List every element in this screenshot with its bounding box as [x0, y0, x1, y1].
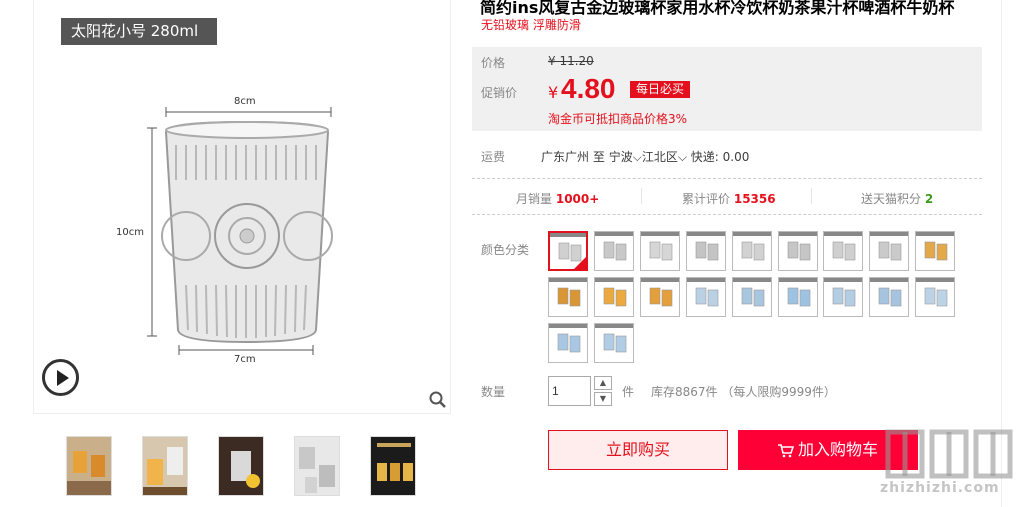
sku-option-5[interactable]	[731, 231, 772, 271]
stock-info: 库存8867件 （每人限购9999件）	[651, 383, 836, 400]
quantity-label: 数量	[481, 385, 506, 399]
sku-option-7[interactable]	[823, 231, 864, 271]
shipping-label: 运费	[481, 150, 506, 164]
selected-check-icon	[574, 257, 586, 269]
currency-symbol: ¥	[548, 83, 559, 102]
thumbnail-4[interactable]	[294, 436, 340, 496]
review-count-value: 15356	[733, 192, 776, 206]
thumbnail-2[interactable]	[142, 436, 188, 496]
tmall-points-value: 2	[924, 192, 934, 206]
promo-price-label: 促销价	[481, 86, 518, 100]
tmall-points-label: 送天猫积分	[861, 192, 922, 206]
divider	[472, 178, 982, 179]
divider	[641, 188, 642, 204]
original-price-label: 价格	[481, 56, 506, 70]
sku-option-10[interactable]	[548, 277, 588, 317]
dimension-height: 10cm	[116, 227, 144, 238]
sku-option-14[interactable]	[731, 277, 772, 317]
divider	[472, 214, 982, 215]
sku-option-9[interactable]	[915, 231, 956, 271]
watermark-text: zhizhizhi.com	[880, 480, 1000, 496]
review-count[interactable]: 累计评价 15356	[682, 190, 776, 207]
sku-option-6[interactable]	[777, 231, 818, 271]
promo-price: 4.80	[561, 73, 616, 104]
thumbnail-3[interactable]	[218, 436, 264, 496]
sku-option-8[interactable]	[869, 231, 910, 271]
sku-option-16[interactable]	[823, 277, 864, 317]
monthly-sales-label: 月销量	[516, 192, 553, 206]
original-price: ¥ 11.20	[548, 54, 594, 68]
sku-option-11[interactable]	[593, 277, 634, 317]
quantity-increase-button[interactable]: ▲	[594, 376, 612, 390]
ship-district: 江北区	[641, 150, 678, 164]
purchase-limit: （每人限购9999件）	[721, 385, 836, 399]
sku-option-15[interactable]	[777, 277, 818, 317]
monthly-sales-value: 1000+	[555, 192, 600, 206]
product-page: 太阳花小号 280ml 8cm 10cm 7cm 简约ins风复古金边玻璃杯家用…	[0, 0, 1030, 507]
price-box: 价格 ¥ 11.20 促销价 ¥ 4.80 每日必买 淘金币可抵扣商品价格3%	[472, 47, 982, 131]
sku-option-13[interactable]	[685, 277, 726, 317]
sku-option-19[interactable]	[548, 323, 588, 363]
ship-district-select[interactable]: 江北区⌵	[642, 150, 687, 164]
glass-illustration	[147, 107, 333, 355]
thumbnail-5[interactable]	[370, 436, 416, 496]
divider	[811, 188, 812, 204]
quantity-unit: 件	[622, 385, 635, 399]
sku-option-12[interactable]	[639, 277, 680, 317]
coin-note: 淘金币可抵扣商品价格3%	[548, 112, 688, 126]
ship-from: 广东广州	[541, 150, 590, 164]
promo-badge[interactable]: 每日必买	[630, 81, 691, 98]
thumbnail-1[interactable]	[66, 436, 112, 496]
sku-option-2[interactable]	[593, 231, 634, 271]
ship-to-word: 至	[592, 150, 605, 164]
sku-option-4[interactable]	[685, 231, 726, 271]
buy-now-button[interactable]: 立即购买	[548, 430, 728, 470]
dimension-top: 8cm	[234, 96, 256, 107]
quantity-input[interactable]	[548, 376, 591, 406]
sku-option-20[interactable]	[593, 323, 634, 363]
chevron-down-icon: ⌵	[677, 150, 687, 164]
review-count-label: 累计评价	[682, 192, 731, 206]
sku-option-18[interactable]	[915, 277, 956, 317]
zoom-icon[interactable]	[429, 391, 447, 409]
add-to-cart-label: 加入购物车	[797, 440, 878, 459]
chevron-down-icon: ⌵	[632, 150, 642, 164]
product-subtitle: 无铅玻璃 浮雕防滑	[481, 18, 581, 32]
dimension-bottom: 7cm	[234, 354, 256, 365]
ship-city: 宁波	[608, 150, 633, 164]
sku-option-17[interactable]	[869, 277, 910, 317]
stock-count: 库存8867件	[651, 385, 718, 399]
sku-option-1[interactable]	[548, 231, 588, 271]
sku-option-3[interactable]	[639, 231, 680, 271]
ship-express: 快递: 0.00	[690, 150, 750, 164]
play-video-icon[interactable]	[42, 359, 79, 396]
sku-label: 颜色分类	[481, 243, 530, 257]
monthly-sales: 月销量 1000+	[516, 190, 599, 207]
shipping-info: 广东广州 至 宁波⌵江北区⌵ 快递: 0.00	[541, 148, 749, 165]
quantity-decrease-button[interactable]: ▼	[594, 392, 612, 406]
ship-city-select[interactable]: 宁波⌵	[609, 150, 642, 164]
tmall-points: 送天猫积分 2	[861, 190, 933, 207]
main-image-panel[interactable]: 太阳花小号 280ml 8cm 10cm 7cm	[33, 0, 451, 414]
cart-icon	[777, 443, 794, 457]
